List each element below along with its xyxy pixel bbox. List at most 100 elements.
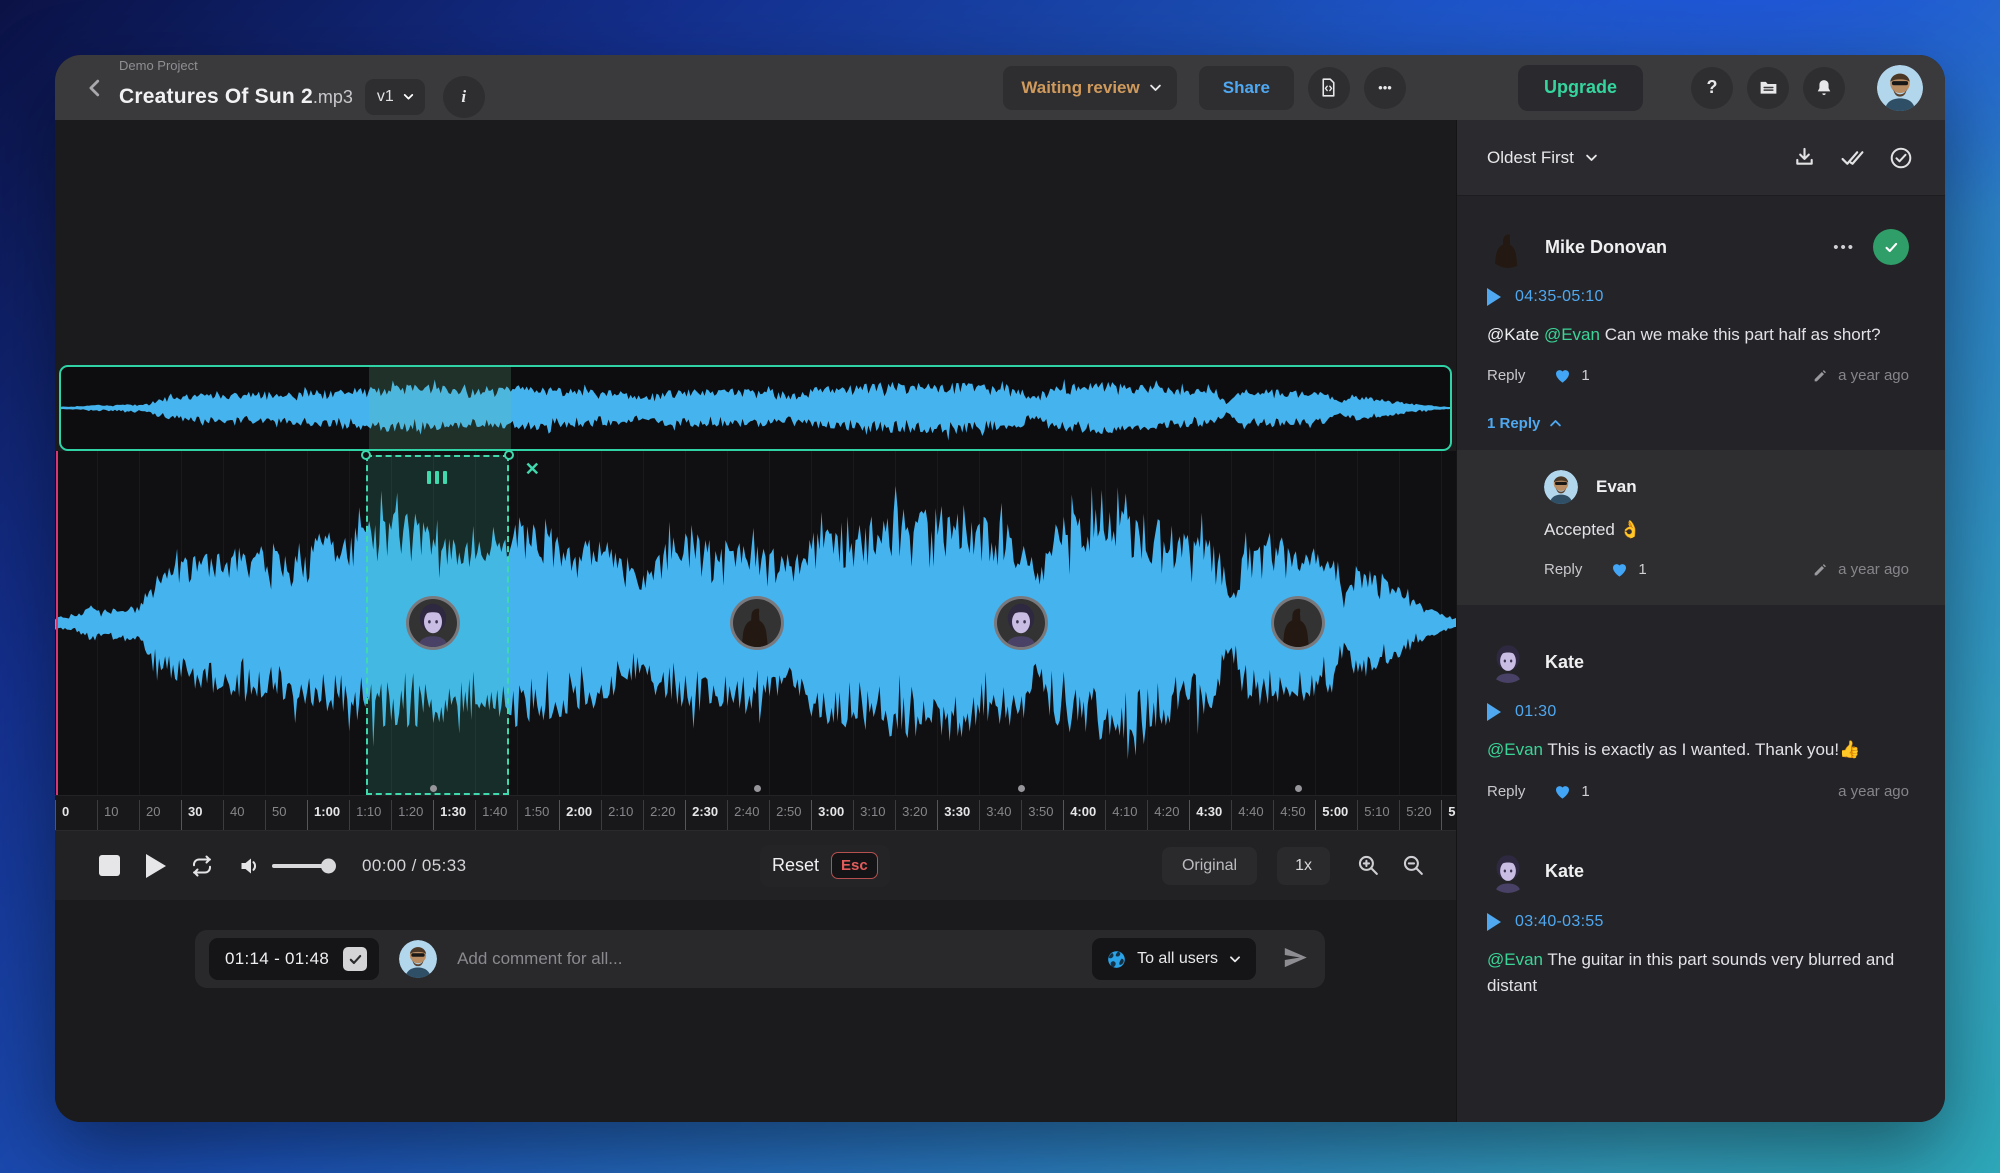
back-button[interactable] [77, 65, 113, 111]
mark-all-read-button[interactable] [1840, 145, 1865, 170]
ruler-tick: 5:00 [1315, 800, 1348, 830]
ruler-tick: 1:40 [475, 800, 507, 830]
file-extension: .mp3 [313, 87, 353, 107]
reset-label: Reset [772, 855, 819, 876]
thumbs-up-emoji: 👍 [1839, 740, 1860, 759]
like-button[interactable]: 1 [1553, 782, 1589, 801]
reply-button[interactable]: Reply [1544, 561, 1582, 578]
check-icon [348, 952, 363, 967]
info-icon: i [461, 87, 466, 107]
comment-card[interactable]: Kate 01:30 @Evan This is exactly as I wa… [1457, 605, 1945, 804]
waveform-panel: ✕ 010203040501:001:101:201:301:401:502:0… [55, 120, 1456, 1122]
time-display: 00:00 / 05:33 [362, 856, 466, 876]
share-label: Share [1223, 78, 1270, 98]
volume-slider[interactable] [272, 864, 334, 868]
comment-card[interactable]: Mike Donovan ••• 04:35-05:10 @Kate @Evan… [1457, 196, 1945, 389]
download-comments-button[interactable] [1793, 146, 1816, 169]
reset-selection-button[interactable]: Reset Esc [760, 845, 890, 887]
waveform-main[interactable]: ✕ [55, 451, 1456, 795]
stop-button[interactable] [99, 855, 120, 876]
show-resolved-button[interactable] [1889, 146, 1913, 170]
more-options-button[interactable]: ••• [1364, 67, 1406, 109]
comment-marker-kate[interactable] [406, 596, 460, 650]
timestamp-checkbox[interactable] [343, 947, 367, 971]
send-comment-button[interactable] [1282, 944, 1309, 974]
reply-author: Evan [1596, 477, 1637, 497]
loop-button[interactable] [190, 854, 214, 878]
pencil-icon [1812, 562, 1828, 578]
esc-key-badge: Esc [831, 852, 878, 879]
mention[interactable]: @Evan [1544, 325, 1605, 344]
comment-composer[interactable]: 01:14 - 01:48 Add comment for all... To [195, 930, 1325, 988]
comments-list: Mike Donovan ••• 04:35-05:10 @Kate @Evan… [1457, 196, 1945, 1122]
reply-text: Accepted 👌 [1544, 520, 1909, 540]
play-button[interactable] [146, 854, 166, 878]
reply-button[interactable]: Reply [1487, 367, 1525, 384]
zoom-out-button[interactable] [1401, 853, 1426, 878]
comment-marker-mike[interactable] [730, 596, 784, 650]
comment-timestamp-link[interactable]: 04:35-05:10 [1487, 288, 1909, 306]
avatar-kate [997, 599, 1045, 647]
ruler-tick: 4:20 [1147, 800, 1179, 830]
comment-input[interactable]: Add comment for all... [457, 949, 1072, 969]
ruler-tick: 30 [181, 800, 202, 830]
selection-close-button[interactable]: ✕ [525, 459, 540, 480]
comment-age: a year ago [1812, 367, 1909, 384]
resolved-badge[interactable] [1873, 229, 1909, 265]
desktop-background: Demo Project Creatures Of Sun 2.mp3 v1 i… [0, 0, 2000, 1173]
waveform-overview[interactable] [59, 365, 1452, 451]
speaker-icon[interactable] [238, 854, 262, 878]
heart-icon [1553, 782, 1572, 801]
avatar-mike [733, 599, 781, 647]
comment-marker-kate[interactable] [994, 596, 1048, 650]
user-avatar[interactable] [1877, 65, 1923, 111]
ruler-tick: 3:40 [979, 800, 1011, 830]
selection-handle-left[interactable] [361, 450, 371, 460]
audience-dropdown[interactable]: To all users [1092, 938, 1256, 980]
help-button[interactable]: ? [1691, 67, 1733, 109]
comment-menu-button[interactable]: ••• [1833, 239, 1855, 256]
comment-timestamp-link[interactable]: 03:40-03:55 [1487, 913, 1909, 931]
upgrade-label: Upgrade [1544, 77, 1617, 97]
projects-button[interactable] [1747, 67, 1789, 109]
like-button[interactable]: 1 [1553, 366, 1589, 385]
comment-timestamp-link[interactable]: 01:30 [1487, 703, 1909, 721]
sort-dropdown[interactable]: Oldest First [1487, 148, 1599, 168]
selection-time-chip[interactable]: 01:14 - 01:48 [209, 938, 379, 980]
ruler-tick: 1:30 [433, 800, 466, 830]
selection-drag-handle[interactable] [427, 471, 447, 484]
ruler-tick: 50 [265, 800, 286, 830]
comments-toolbar: Oldest First [1457, 120, 1945, 196]
mention[interactable]: @Evan [1487, 950, 1547, 969]
avatar-kate [1487, 641, 1529, 683]
chevron-left-icon [84, 77, 106, 99]
overview-waveform-graphic [61, 367, 1450, 449]
comment-card[interactable]: Kate 03:40-03:55 @Evan The guitar in thi… [1457, 805, 1945, 1000]
notifications-button[interactable] [1803, 67, 1845, 109]
zoom-in-button[interactable] [1356, 853, 1381, 878]
info-button[interactable]: i [443, 76, 485, 118]
share-button[interactable]: Share [1199, 66, 1294, 110]
folder-icon [1758, 77, 1779, 98]
embed-file-button[interactable] [1308, 67, 1350, 109]
time-ruler[interactable]: 010203040501:001:101:201:301:401:502:002… [55, 795, 1456, 830]
avatar-mike [1274, 599, 1322, 647]
status-dropdown[interactable]: Waiting review [1003, 66, 1176, 110]
selection-handle-right[interactable] [504, 450, 514, 460]
volume-knob[interactable] [321, 858, 336, 873]
mention[interactable]: @Evan [1487, 740, 1547, 759]
version-dropdown[interactable]: v1 [365, 79, 425, 115]
like-button[interactable]: 1 [1610, 560, 1646, 579]
ruler-tick: 40 [223, 800, 244, 830]
ruler-tick: 1:50 [517, 800, 549, 830]
comment-avatar [1487, 851, 1529, 893]
replies-toggle[interactable]: 1 Reply [1487, 415, 1563, 432]
reply-card[interactable]: Evan Accepted 👌 Reply 1 a year ago [1457, 450, 1945, 605]
upgrade-button[interactable]: Upgrade [1518, 65, 1643, 111]
playhead[interactable] [56, 451, 58, 795]
mention[interactable]: @Kate [1487, 325, 1544, 344]
comment-author: Mike Donovan [1545, 237, 1667, 258]
original-version-button[interactable]: Original [1162, 847, 1257, 885]
reply-button[interactable]: Reply [1487, 783, 1525, 800]
playback-speed-button[interactable]: 1x [1277, 847, 1330, 885]
